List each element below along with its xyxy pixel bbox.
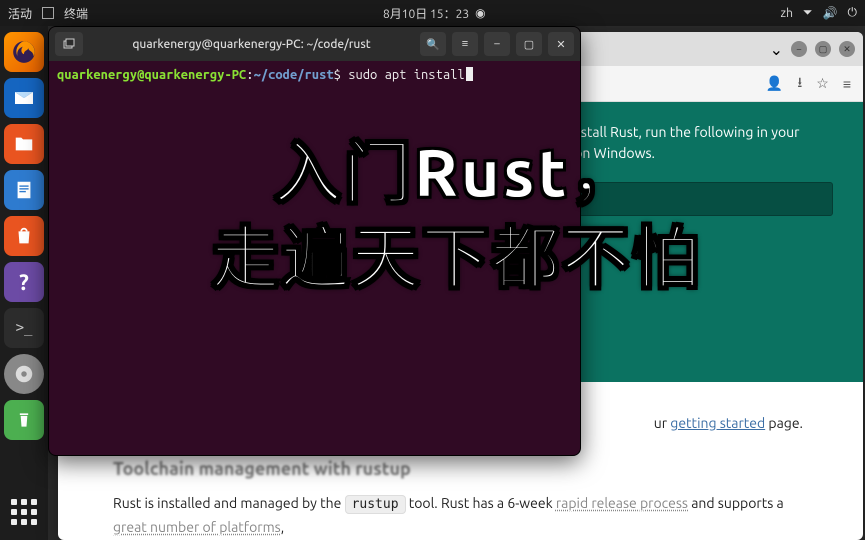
dock-firefox[interactable] xyxy=(4,32,44,72)
dock-terminal[interactable]: >_ xyxy=(4,308,44,348)
dock-disk[interactable] xyxy=(4,354,44,394)
trash-icon xyxy=(14,410,34,430)
terminal-window: quarkenergy@quarkenergy-PC: ~/code/rust … xyxy=(48,26,581,456)
hamburger-icon: ≡ xyxy=(462,38,468,50)
volume-icon[interactable]: 🔊 xyxy=(823,6,838,20)
dock-software[interactable] xyxy=(4,216,44,256)
browser-maximize-button[interactable]: ▢ xyxy=(815,41,831,57)
show-applications[interactable] xyxy=(4,492,44,532)
getting-started-link[interactable]: getting started xyxy=(670,415,765,431)
shopping-bag-icon xyxy=(13,225,35,247)
body-text: Rust is installed and managed by the xyxy=(113,495,345,511)
bookmark-icon[interactable]: ☆ xyxy=(816,75,829,92)
download-icon[interactable]: ⭳ xyxy=(797,72,802,96)
firefox-icon xyxy=(11,39,37,65)
new-tab-icon xyxy=(63,38,75,50)
app-indicator-icon xyxy=(42,7,54,19)
document-icon xyxy=(13,179,35,201)
toolchain-paragraph: Rust is installed and managed by the rus… xyxy=(113,492,813,540)
body-text: , xyxy=(281,519,284,535)
body-text: and supports a xyxy=(688,495,784,511)
terminal-close-button[interactable]: ✕ xyxy=(548,32,574,56)
terminal-menu-button[interactable]: ≡ xyxy=(452,32,478,56)
ubuntu-dock: ? >_ xyxy=(0,26,48,540)
dock-help[interactable]: ? xyxy=(4,262,44,302)
files-icon xyxy=(13,133,35,155)
power-icon[interactable]: ⏻ xyxy=(847,6,857,20)
hero-text-line1: d install Rust, run the following in you… xyxy=(558,122,833,143)
browser-close-button[interactable]: ✕ xyxy=(839,41,855,57)
app-label: 终端 xyxy=(64,5,88,22)
dock-writer[interactable] xyxy=(4,170,44,210)
prompt-dollar: $ xyxy=(334,68,341,82)
gs-post: page. xyxy=(765,415,803,431)
new-tab-button[interactable] xyxy=(55,32,83,56)
search-icon: 🔍 xyxy=(426,38,440,51)
network-icon[interactable]: ⏷ xyxy=(803,6,813,20)
gnome-topbar: 活动 终端 8月10日 15：23 ◉ zh ⏷ 🔊 ⏻ xyxy=(0,0,865,26)
terminal-titlebar: quarkenergy@quarkenergy-PC: ~/code/rust … xyxy=(49,27,580,61)
menu-icon[interactable]: ≡ xyxy=(843,76,851,92)
dock-trash[interactable] xyxy=(4,400,44,440)
platforms-link[interactable]: great number of platforms xyxy=(113,519,281,535)
terminal-search-button[interactable]: 🔍 xyxy=(420,32,446,56)
datetime[interactable]: 8月10日 15：23 xyxy=(383,5,469,22)
body-text: tool. Rust has a 6-week xyxy=(406,495,556,511)
cursor-icon xyxy=(466,67,473,81)
rustup-code: rustup xyxy=(345,495,406,514)
terminal-minimize-button[interactable]: – xyxy=(484,32,510,56)
thunderbird-icon xyxy=(12,86,36,110)
notification-dot-icon: ◉ xyxy=(475,6,485,20)
prompt-sep: : xyxy=(246,68,253,82)
prompt-user: quarkenergy@quarkenergy-PC xyxy=(57,68,246,82)
browser-minimize-button[interactable]: – xyxy=(791,41,807,57)
terminal-icon: >_ xyxy=(16,320,33,336)
terminal-maximize-button[interactable]: ▢ xyxy=(516,32,542,56)
input-lang[interactable]: zh xyxy=(781,7,793,20)
terminal-body[interactable]: quarkenergy@quarkenergy-PC:~/code/rust$ … xyxy=(49,61,580,88)
toolchain-heading: Toolchain management with rustup xyxy=(113,454,813,485)
rapid-release-link[interactable]: rapid release process xyxy=(556,495,688,511)
chevron-down-icon[interactable]: ⌄ xyxy=(770,40,783,59)
desktop: ⌄ – ▢ ✕ 👤 ⭳ ☆ ≡ d install Rust, run the … xyxy=(48,26,865,540)
prompt-path: ~/code/rust xyxy=(254,68,334,82)
hero-text-line2: re on Windows. xyxy=(558,143,833,164)
dock-thunderbird[interactable] xyxy=(4,78,44,118)
typed-command: sudo apt install xyxy=(348,68,464,82)
disc-icon xyxy=(13,363,35,385)
activities-button[interactable]: 活动 xyxy=(8,5,32,22)
install-command-box[interactable] xyxy=(558,182,833,216)
gs-pre: ur xyxy=(654,415,671,431)
account-icon[interactable]: 👤 xyxy=(766,75,783,92)
dock-files[interactable] xyxy=(4,124,44,164)
help-icon: ? xyxy=(19,270,29,295)
terminal-title: quarkenergy@quarkenergy-PC: ~/code/rust xyxy=(89,38,414,51)
